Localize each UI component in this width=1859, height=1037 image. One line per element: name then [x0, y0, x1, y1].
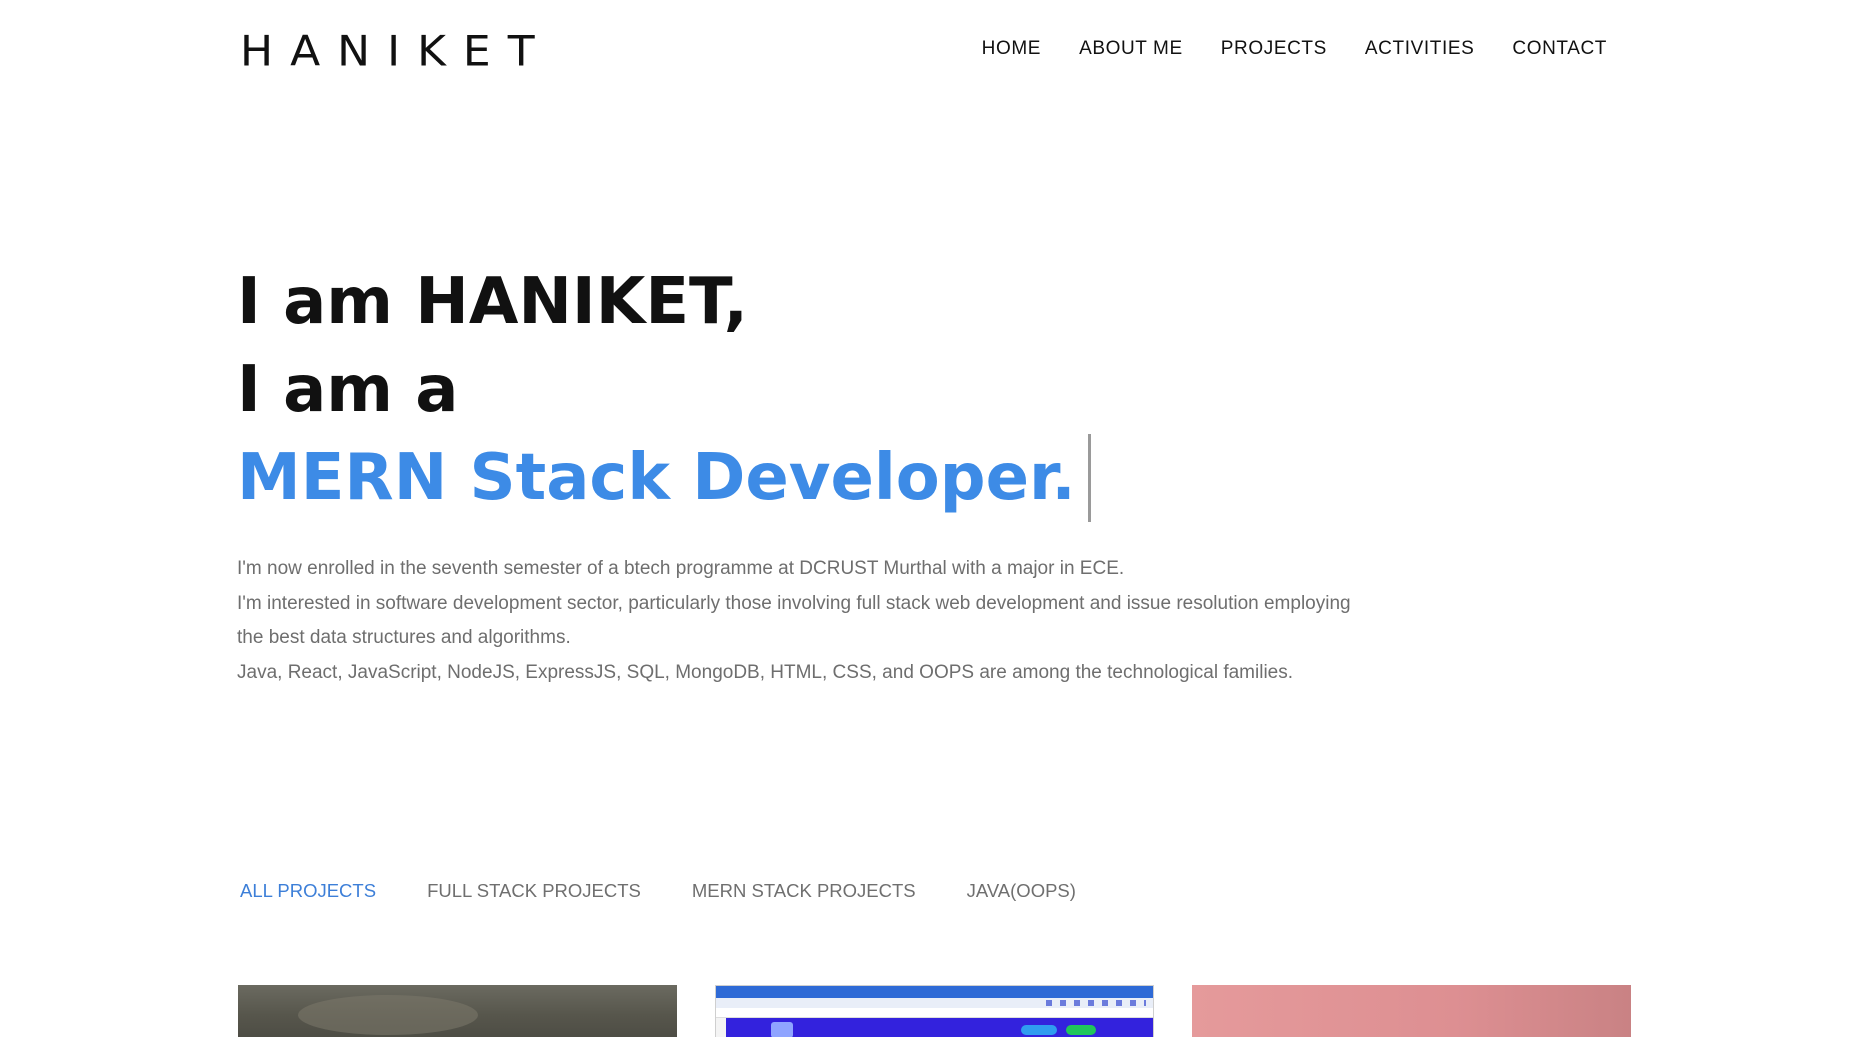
hero-section: I am HANIKET, I am a MERN Stack Develope… [237, 258, 1091, 522]
project-thumbnail[interactable] [1192, 985, 1631, 1037]
about-paragraph-technologies: Java, React, JavaScript, NodeJS, Express… [237, 661, 1294, 683]
project-thumbnail[interactable] [238, 985, 677, 1037]
project-thumbnail[interactable] [715, 985, 1154, 1037]
thumbnail-image-part [1046, 1000, 1146, 1006]
filter-all-projects[interactable]: ALL PROJECTS [240, 880, 376, 902]
filter-mern-stack-projects[interactable]: MERN STACK PROJECTS [692, 880, 916, 902]
logo-text: HANIKET [240, 27, 552, 76]
filter-full-stack-projects[interactable]: FULL STACK PROJECTS [427, 880, 641, 902]
portfolio-page: HANIKET HOME ABOUT ME PROJECTS ACTIVITIE… [0, 0, 1859, 1037]
nav-projects[interactable]: PROJECTS [1221, 38, 1327, 60]
hero-intro: I am a [237, 353, 459, 427]
site-logo[interactable]: HANIKET [240, 28, 552, 76]
typing-cursor [1087, 434, 1091, 522]
thumbnail-image-part [1021, 1025, 1057, 1035]
hero-role-line: MERN Stack Developer. [237, 434, 1091, 522]
project-filter-tabs: ALL PROJECTS FULL STACK PROJECTS MERN ST… [240, 880, 1127, 902]
nav-home[interactable]: HOME [982, 38, 1041, 60]
thumbnail-image [298, 995, 478, 1035]
nav-contact[interactable]: CONTACT [1512, 38, 1607, 60]
about-paragraph-education: I'm now enrolled in the seventh semester… [237, 558, 1125, 579]
about-text: I'm now enrolled in the seventh semester… [237, 552, 1357, 690]
thumbnail-image-part [1066, 1025, 1096, 1035]
nav-activities[interactable]: ACTIVITIES [1365, 38, 1474, 60]
filter-java-oops[interactable]: JAVA(OOPS) [967, 880, 1076, 902]
thumbnail-image-part [716, 1008, 1153, 1018]
thumbnail-image-part [771, 1022, 793, 1037]
hero-role-text: MERN Stack Developer. [237, 441, 1076, 515]
nav-about-me[interactable]: ABOUT ME [1079, 38, 1183, 60]
about-paragraph-interests: I'm interested in software development s… [237, 592, 1351, 649]
hero-greeting: I am HANIKET, [237, 265, 748, 339]
thumbnail-image [716, 986, 1153, 998]
main-nav: HOME ABOUT ME PROJECTS ACTIVITIES CONTAC… [944, 38, 1607, 60]
